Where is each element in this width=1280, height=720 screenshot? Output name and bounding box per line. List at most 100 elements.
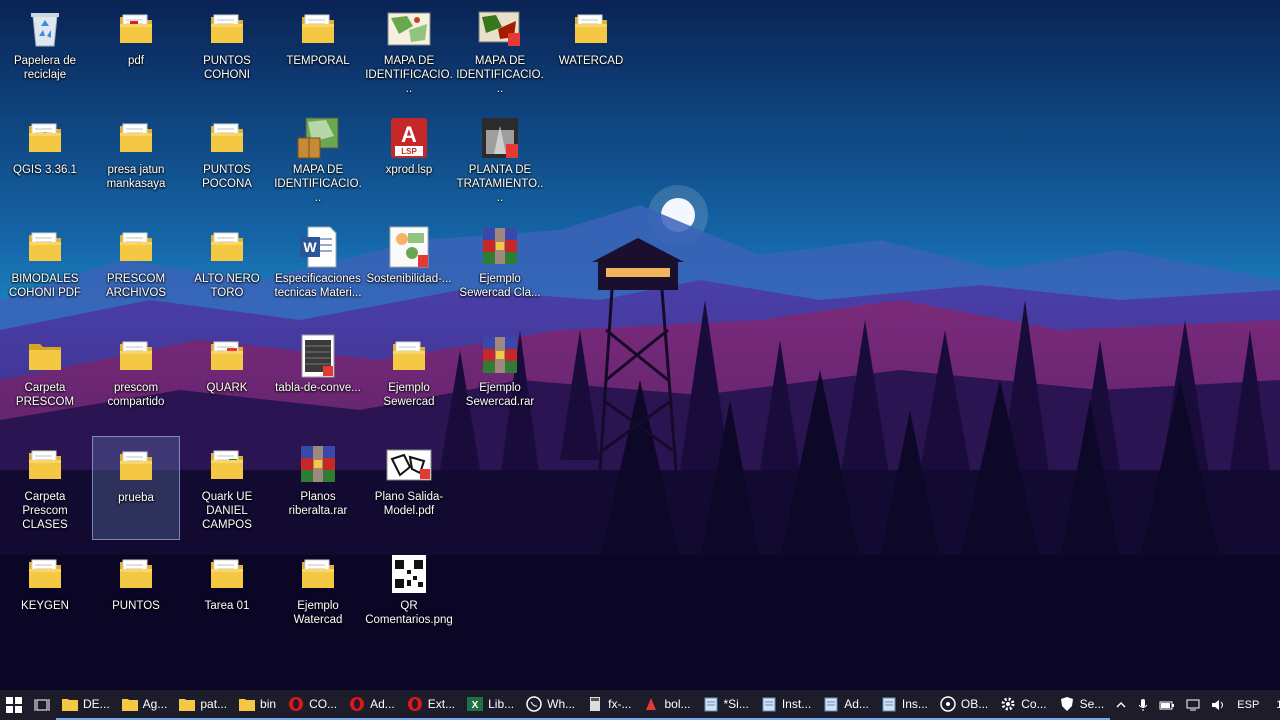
desktop-icon-label: BIMODALES COHONI PDF bbox=[8, 273, 82, 299]
folder-pdf-icon bbox=[113, 6, 159, 52]
desktop-icon[interactable]: Tarea 01 bbox=[183, 545, 271, 649]
taskbar-app-button[interactable]: Co... bbox=[994, 690, 1053, 720]
desktop-icon-label: Especificaciones tecnicas Materi... bbox=[274, 273, 362, 299]
desktop-icon[interactable]: Planos riberalta.rar bbox=[274, 436, 362, 540]
desktop-icon[interactable]: PLANTA DE TRATAMIENTO.... bbox=[456, 109, 544, 213]
microphone-icon[interactable] bbox=[1132, 690, 1154, 720]
desktop-icon[interactable]: QGIS 3.36.1 bbox=[1, 109, 89, 213]
taskbar-app-button[interactable]: Wh... bbox=[520, 690, 582, 720]
taskbar-app-button[interactable]: fx-... bbox=[581, 690, 638, 720]
desktop-icon[interactable]: W Especificaciones tecnicas Materi... bbox=[274, 218, 362, 322]
taskbar-app-button[interactable]: X Lib... bbox=[461, 690, 521, 720]
desktop-icon-label: Tarea 01 bbox=[204, 600, 250, 612]
taskbar-app-button[interactable]: *Si... bbox=[696, 690, 755, 720]
desktop-icon[interactable]: Quark UE DANIEL CAMPOS bbox=[183, 436, 271, 540]
windows-icon bbox=[6, 697, 22, 713]
taskbar-app-label: Ag... bbox=[142, 697, 168, 711]
taskbar-app-button[interactable]: DE... bbox=[56, 690, 116, 720]
folder-icon bbox=[121, 696, 138, 712]
taskbar-app-label: *Si... bbox=[723, 697, 749, 711]
folder-acrobat-icon: A bbox=[295, 551, 341, 597]
desktop-icon[interactable]: PUNTOS POCONA bbox=[183, 109, 271, 213]
folder-icon bbox=[568, 6, 614, 52]
desktop-icon[interactable]: pdf bbox=[92, 0, 180, 104]
desktop-icon[interactable]: PUNTOS bbox=[92, 545, 180, 649]
folder-plain-icon bbox=[22, 333, 68, 379]
folder-doc-icon bbox=[113, 224, 159, 270]
desktop-icon[interactable]: MAPA DE IDENTIFICACIO... bbox=[456, 0, 544, 104]
desktop-icon[interactable]: Papelera de reciclaje bbox=[1, 0, 89, 104]
taskbar-app-button[interactable]: bin bbox=[233, 690, 283, 720]
desktop-icon[interactable]: Sostenibilidad-... bbox=[365, 218, 453, 322]
volume-icon[interactable] bbox=[1206, 690, 1232, 720]
desktop-icon-label: Ejemplo Sewercad.rar bbox=[465, 382, 535, 408]
taskbar-app-button[interactable]: Ad... bbox=[343, 690, 401, 720]
taskbar-app-label: Se... bbox=[1079, 697, 1105, 711]
desktop-icon-label: Quark UE DANIEL CAMPOS bbox=[201, 491, 253, 531]
qr-icon bbox=[386, 551, 432, 597]
desktop-icon[interactable]: Carpeta PRESCOM bbox=[1, 327, 89, 431]
desktop-icon-label: KEYGEN bbox=[21, 600, 69, 612]
taskbar-app-button[interactable]: bol... bbox=[637, 690, 697, 720]
desktop-icon[interactable]: KEYGEN bbox=[1, 545, 89, 649]
taskbar-app-button[interactable]: Ins... bbox=[874, 690, 934, 720]
calculator-icon bbox=[587, 696, 603, 712]
taskbar-app-button[interactable]: Ag... bbox=[115, 690, 174, 720]
image-plano-icon bbox=[386, 442, 432, 488]
desktop-icon-label: Carpeta Prescom CLASES bbox=[22, 491, 68, 531]
desktop-icon[interactable]: QUARK bbox=[183, 327, 271, 431]
obs-icon bbox=[940, 696, 956, 712]
desktop-icon[interactable]: MAPA DE IDENTIFICACIO... bbox=[274, 109, 362, 213]
desktop-icon-label: presa jatun mankasaya bbox=[106, 164, 166, 190]
desktop-icon[interactable]: Ejemplo Sewercad.rar bbox=[456, 327, 544, 431]
start-button[interactable] bbox=[0, 690, 28, 720]
taskbar-app-button[interactable]: Ext... bbox=[400, 690, 462, 720]
battery-icon[interactable] bbox=[1154, 690, 1180, 720]
desktop-icon[interactable]: PUNTOS COHONI bbox=[183, 0, 271, 104]
desktop-icon[interactable]: Ejemplo Sewercad bbox=[365, 327, 453, 431]
taskbar-app-label: bol... bbox=[664, 697, 691, 711]
desktop-icon[interactable]: TEMPORAL bbox=[274, 0, 362, 104]
show-hidden-icons-chevron-icon[interactable] bbox=[1110, 690, 1132, 720]
desktop-icon-label: MAPA DE IDENTIFICACIO... bbox=[456, 55, 544, 95]
clock[interactable]: 18:45 bbox=[1264, 690, 1280, 720]
taskbar-app-button[interactable]: pat... bbox=[173, 690, 234, 720]
desktop-icon[interactable]: QR Comentarios.png bbox=[365, 545, 453, 649]
folder-icon bbox=[295, 6, 341, 52]
desktop-icon[interactable]: A Ejemplo Watercad bbox=[274, 545, 362, 649]
taskbar-app-button[interactable]: OB... bbox=[933, 690, 995, 720]
desktop-icon[interactable]: MAPA DE IDENTIFICACIO... bbox=[365, 0, 453, 104]
desktop-icon[interactable]: Ejemplo Sewercad Cla... bbox=[456, 218, 544, 322]
network-icon[interactable] bbox=[1180, 690, 1206, 720]
language-indicator[interactable]: ESP bbox=[1232, 690, 1264, 720]
excel-icon: X bbox=[467, 696, 484, 712]
desktop-icon[interactable]: Plano Salida-Model.pdf bbox=[365, 436, 453, 540]
folder-icon bbox=[204, 224, 250, 270]
task-view-button[interactable] bbox=[28, 690, 56, 720]
notepad-icon bbox=[881, 696, 897, 712]
desktop-icon[interactable]: PRESCOM ARCHIVOS bbox=[92, 218, 180, 322]
gear-icon bbox=[1000, 696, 1016, 712]
desktop-icon[interactable]: prueba bbox=[92, 436, 180, 540]
svg-text:X: X bbox=[472, 700, 479, 711]
desktop-icon[interactable]: Carpeta Prescom CLASES bbox=[1, 436, 89, 540]
desktop-icon[interactable]: ALTO NERO TORO bbox=[183, 218, 271, 322]
image-map-pdf-icon bbox=[477, 6, 523, 52]
desktop-icon[interactable]: tabla-de-conve... bbox=[274, 327, 362, 431]
opera-icon bbox=[288, 696, 304, 712]
desktop-icon[interactable]: prescom compartido bbox=[92, 327, 180, 431]
image-table-icon bbox=[295, 333, 341, 379]
taskbar-app-label: Ins... bbox=[901, 697, 928, 711]
taskbar-app-button[interactable]: Ad... bbox=[817, 690, 875, 720]
taskbar-app-button[interactable]: CO... bbox=[282, 690, 344, 720]
desktop-icon[interactable]: WATERCAD bbox=[547, 0, 635, 104]
taskbar-app-button[interactable]: Se... bbox=[1052, 690, 1111, 720]
taskbar-app-label: OB... bbox=[960, 697, 989, 711]
taskbar-app-button[interactable]: Inst... bbox=[754, 690, 818, 720]
svg-text:W: W bbox=[303, 239, 317, 255]
taskbar-app-label: Co... bbox=[1021, 697, 1047, 711]
desktop-icon[interactable]: BIMODALES COHONI PDF bbox=[1, 218, 89, 322]
folder-icon bbox=[62, 696, 78, 712]
desktop-icon[interactable]: A LSP xprod.lsp bbox=[365, 109, 453, 213]
desktop-icon[interactable]: presa jatun mankasaya bbox=[92, 109, 180, 213]
